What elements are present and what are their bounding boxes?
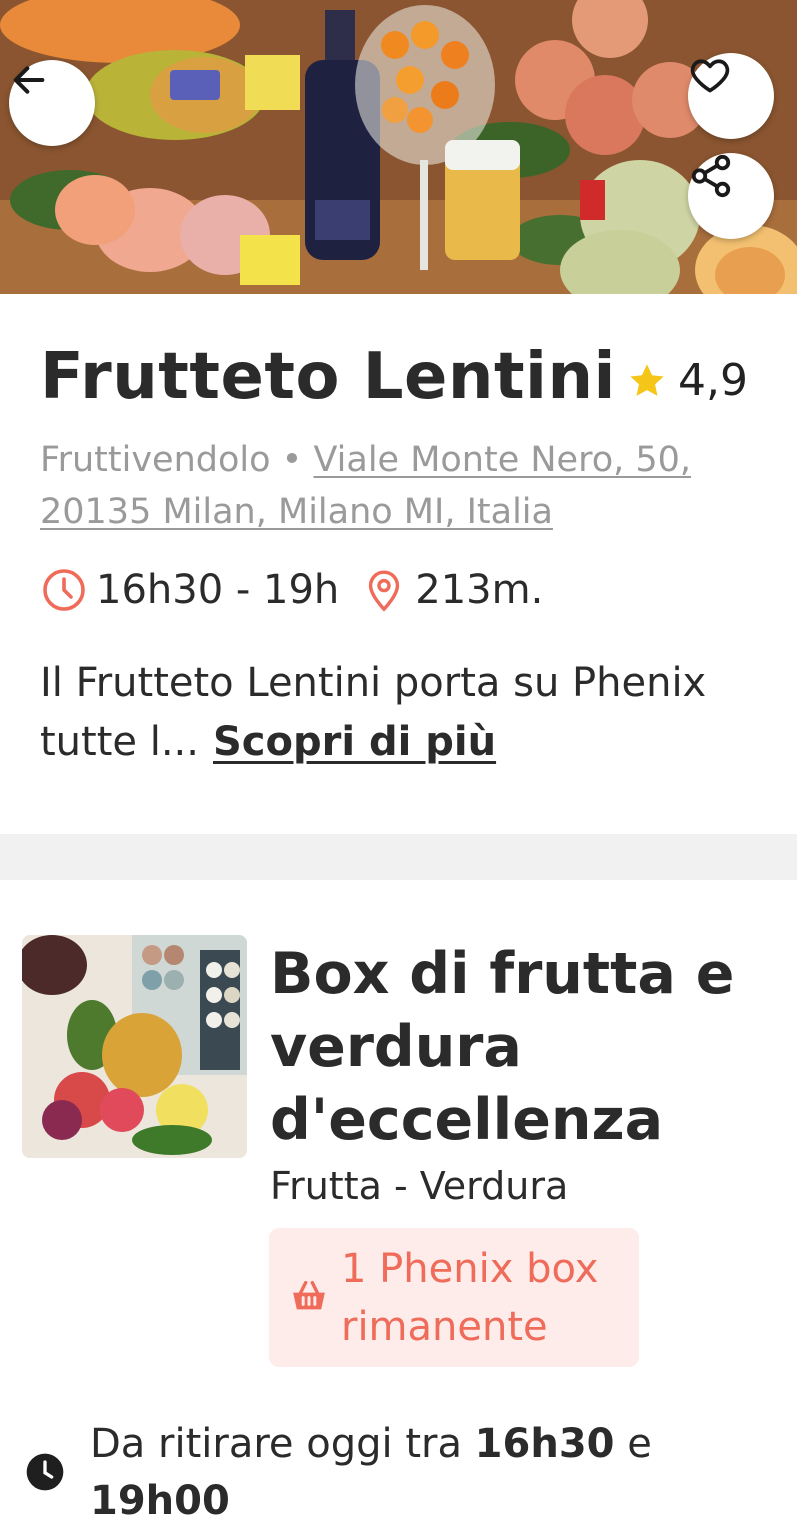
pickup-and: e bbox=[627, 1421, 652, 1467]
store-description: Il Frutteto Lentini porta su Phenix tutt… bbox=[40, 654, 760, 772]
stock-badge: 1 Phenix box rimanente bbox=[269, 1228, 639, 1367]
stock-remaining-text: 1 Phenix box rimanente bbox=[341, 1245, 599, 1350]
store-name: Frutteto Lentini bbox=[40, 340, 616, 414]
pickup-end-time: 19h00 bbox=[90, 1478, 230, 1524]
offer-categories: Frutta - Verdura bbox=[270, 1164, 569, 1208]
store-category: Fruttivendolo bbox=[40, 440, 271, 480]
basket-icon bbox=[289, 1276, 329, 1320]
offer-thumbnail[interactable] bbox=[22, 935, 247, 1158]
heart-icon bbox=[690, 59, 730, 93]
share-button[interactable] bbox=[688, 153, 774, 239]
store-category-address: Fruttivendolo • Viale Monte Nero, 50, 20… bbox=[40, 434, 740, 538]
separator-dot: • bbox=[281, 440, 303, 480]
store-rating: 4,9 bbox=[626, 355, 748, 406]
pickup-start-time: 16h30 bbox=[474, 1421, 615, 1467]
back-button[interactable] bbox=[9, 60, 95, 146]
offer-box-illustration bbox=[22, 935, 247, 1158]
favorite-button[interactable] bbox=[688, 53, 774, 139]
location-pin-icon bbox=[361, 567, 407, 613]
fruit-display-illustration bbox=[0, 0, 797, 294]
arrow-left-icon bbox=[13, 66, 45, 94]
store-hero-image bbox=[0, 0, 797, 294]
store-meta-row: 16h30 - 19h 213m. bbox=[40, 563, 543, 617]
share-icon bbox=[691, 154, 731, 198]
store-distance: 213m. bbox=[415, 567, 544, 613]
pickup-window: Da ritirare oggi tra 16h30 e 19h00 bbox=[25, 1416, 785, 1526]
store-hours: 16h30 - 19h bbox=[96, 567, 340, 613]
pickup-text: Da ritirare oggi tra 16h30 e 19h00 bbox=[90, 1416, 780, 1530]
clock-icon bbox=[40, 566, 88, 614]
star-icon bbox=[630, 363, 664, 396]
pickup-clock-icon bbox=[26, 1453, 64, 1491]
offer-title[interactable]: Box di frutta e verdura d'eccellenza bbox=[270, 938, 770, 1157]
read-more-link[interactable]: Scopri di più bbox=[213, 719, 496, 765]
section-divider bbox=[0, 834, 797, 880]
pickup-prefix: Da ritirare oggi tra bbox=[90, 1421, 462, 1467]
rating-value: 4,9 bbox=[678, 355, 748, 406]
